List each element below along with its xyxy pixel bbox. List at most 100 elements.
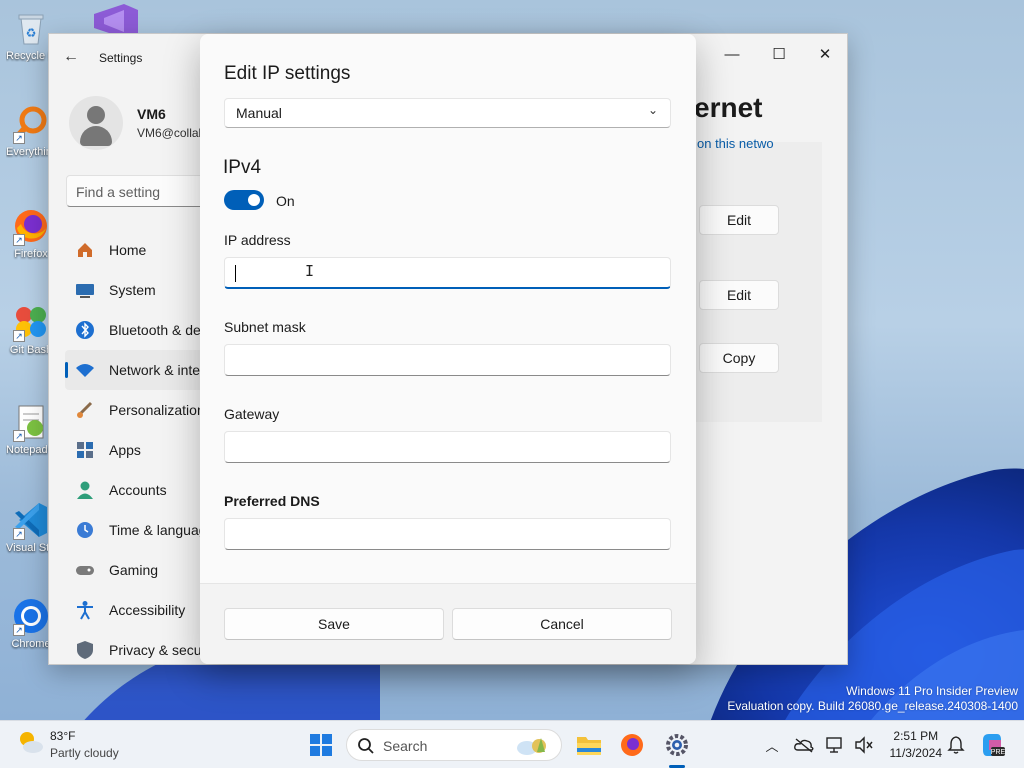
home-icon [75, 240, 95, 260]
accounts-icon [75, 480, 95, 500]
start-button[interactable] [306, 730, 336, 760]
shield-icon [75, 640, 95, 660]
edit-dns-button[interactable]: Edit [699, 280, 779, 310]
copilot-icon: PRE [983, 734, 1005, 756]
weather-temperature: 83°F [50, 729, 76, 743]
speaker-muted-icon [855, 736, 873, 754]
edit-ip-dialog: Edit IP settings Manual ⌄ IPv4 On IP add… [200, 34, 696, 664]
preferred-dns-input[interactable] [224, 518, 671, 550]
shortcut-arrow-icon: ↗ [13, 430, 25, 442]
bluetooth-icon [75, 320, 95, 340]
cancel-button[interactable]: Cancel [452, 608, 672, 640]
clock-time: 2:51 PM [893, 729, 939, 743]
everything-search-icon: ↗ [11, 104, 51, 144]
preferred-dns-label: Preferred DNS [224, 493, 320, 509]
svg-text:♻: ♻ [26, 26, 37, 40]
search-icon [358, 738, 374, 754]
ip-address-input[interactable]: I [224, 257, 671, 289]
time-language-icon [75, 520, 95, 540]
shortcut-arrow-icon: ↗ [13, 624, 25, 636]
gear-icon [666, 734, 688, 756]
avatar [69, 96, 123, 150]
system-icon [75, 280, 95, 300]
network-status[interactable] [822, 730, 850, 760]
file-explorer-icon [577, 737, 601, 755]
maximize-button[interactable]: ☐ [756, 40, 802, 72]
partly-cloudy-icon [20, 732, 43, 753]
sidebar-item-label: Time & language [109, 522, 215, 538]
wifi-icon [75, 360, 95, 380]
sidebar-item-label: Accounts [109, 482, 167, 498]
firefox-icon: ↗ [11, 206, 51, 246]
gaming-icon [75, 560, 95, 580]
user-email: VM6@collab [137, 126, 206, 140]
sidebar-item-label: Home [109, 242, 147, 258]
windows-logo-icon [310, 734, 332, 756]
subnet-mask-label: Subnet mask [224, 319, 306, 335]
chevron-down-icon: ⌄ [647, 103, 658, 117]
minimize-button[interactable]: — [709, 40, 755, 72]
brush-icon [75, 400, 95, 420]
weather-condition: Partly cloudy [50, 746, 119, 760]
monitor-network-icon [826, 737, 842, 753]
sidebar-item-label: Accessibility [109, 602, 186, 618]
svg-text:PRE: PRE [991, 749, 1005, 756]
dialog-title: Edit IP settings [224, 63, 351, 84]
show-hidden-icons[interactable]: ︿ [758, 730, 786, 760]
vscode-icon: ↗ [11, 500, 51, 540]
onedrive-offline-icon [794, 738, 814, 753]
sidebar-item-label: Personalization [109, 402, 205, 418]
accessibility-icon [75, 600, 95, 620]
text-caret [235, 265, 236, 282]
ibeam-cursor-icon: I [305, 262, 315, 280]
weather-widget[interactable]: 83°F Partly cloudy [16, 728, 119, 760]
section-heading: IPv4 [223, 157, 262, 178]
taskbar-file-explorer[interactable] [574, 730, 604, 760]
shortcut-arrow-icon: ↗ [13, 330, 25, 342]
close-button[interactable]: ✕ [802, 40, 847, 72]
chevron-up-icon: ︿ [765, 738, 779, 754]
edit-ip-button[interactable]: Edit [699, 205, 779, 235]
toggle-state-label: On [276, 193, 295, 209]
taskbar: 83°F Partly cloudy Search ︿ 2:51 PM 11/3… [0, 720, 1024, 768]
shortcut-arrow-icon: ↗ [13, 234, 25, 246]
sidebar-item-label: Apps [109, 442, 141, 458]
gateway-input[interactable] [224, 431, 671, 463]
taskbar-search[interactable]: Search [346, 729, 562, 761]
ip-mode-dropdown[interactable]: Manual ⌄ [224, 98, 671, 128]
apps-icon [75, 440, 95, 460]
sidebar-item-label: Gaming [109, 562, 159, 578]
notifications-button[interactable] [942, 730, 970, 760]
volume-status[interactable] [850, 730, 878, 760]
notepad-plus-plus-icon: ↗ [11, 402, 51, 442]
watermark-line: Evaluation copy. Build 26080.ge_release.… [727, 699, 1018, 713]
search-label: Search [383, 738, 428, 754]
bell-icon [947, 736, 965, 754]
clock[interactable]: 2:51 PM 11/3/2024 [890, 728, 943, 762]
copy-button[interactable]: Copy [699, 343, 779, 373]
sidebar-item-label: System [109, 282, 156, 298]
window-title: Settings [99, 51, 143, 65]
watermark-line: Windows 11 Pro Insider Preview [846, 684, 1018, 698]
copilot-button[interactable]: PRE [976, 730, 1008, 760]
ip-address-label: IP address [224, 232, 291, 248]
save-button[interactable]: Save [224, 608, 444, 640]
taskbar-settings[interactable] [662, 730, 692, 760]
shortcut-arrow-icon: ↗ [13, 528, 25, 540]
page-title: ernet [694, 92, 763, 123]
back-arrow-icon[interactable]: ← [63, 48, 81, 66]
user-name: VM6 [137, 106, 166, 122]
subnet-mask-input[interactable] [224, 344, 671, 376]
onedrive-status[interactable] [790, 730, 818, 760]
ipv4-toggle[interactable] [224, 190, 264, 210]
git-bash-icon: ↗ [11, 302, 51, 342]
windows-watermark: Windows 11 Pro Insider Preview Evaluatio… [727, 684, 1018, 714]
network-link[interactable]: on this netwo [697, 136, 774, 151]
search-highlight-icon [517, 738, 546, 755]
recycle-bin-icon: ♻ [11, 8, 51, 48]
gateway-label: Gateway [224, 406, 280, 422]
chrome-icon: ↗ [11, 596, 51, 636]
taskbar-firefox[interactable] [617, 730, 647, 760]
firefox-icon [621, 734, 643, 756]
dropdown-value: Manual [236, 105, 282, 121]
